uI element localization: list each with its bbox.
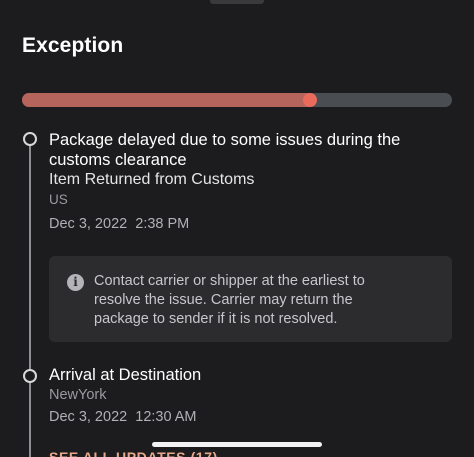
notice-line: resolve the issue. Carrier may return th… — [94, 292, 353, 308]
home-indicator[interactable] — [152, 442, 322, 447]
event-time: Dec 3, 2022 2:38 PM — [49, 216, 190, 232]
timeline-event: Package delayed due to some issues durin… — [49, 130, 400, 233]
status-title: Exception — [22, 34, 124, 57]
progress-knob — [303, 93, 318, 107]
event-subtitle: Item Returned from Customs — [49, 171, 255, 188]
event-title: Arrival at Destination — [49, 366, 202, 384]
event-time: Dec 3, 2022 12:30 AM — [49, 409, 197, 425]
exception-notice: i Contact carrier or shipper at the earl… — [49, 256, 452, 342]
timeline-dot — [23, 132, 37, 146]
progress-fill — [22, 93, 311, 107]
tracking-detail-screen: Exception Package delayed due to some is… — [0, 0, 474, 457]
event-location: NewYork — [49, 387, 107, 403]
timeline-line — [29, 145, 31, 457]
notice-line: package to sender if it is not resolved. — [94, 311, 338, 327]
event-title: Package delayed due to some issues durin… — [49, 130, 400, 170]
event-title-line: Package delayed due to some issues durin… — [49, 131, 401, 149]
notice-line: Contact carrier or shipper at the earlie… — [94, 273, 365, 289]
timeline-event: Arrival at Destination NewYork Dec 3, 20… — [49, 365, 201, 426]
info-icon: i — [67, 274, 84, 291]
delivery-progress-bar — [22, 93, 452, 107]
notice-text: Contact carrier or shipper at the earlie… — [94, 272, 434, 329]
sheet-grabber[interactable] — [210, 0, 264, 4]
event-title-line: customs clearance — [49, 151, 187, 169]
timeline-dot — [23, 369, 37, 383]
see-all-updates-link[interactable]: SEE ALL UPDATES (17) — [49, 449, 218, 457]
event-location: US — [49, 192, 68, 207]
